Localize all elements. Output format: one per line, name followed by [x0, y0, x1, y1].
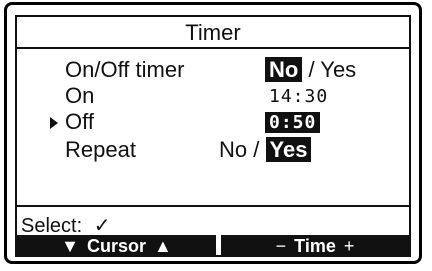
- screen-title: Timer: [17, 17, 409, 49]
- on-time-row[interactable]: On 14:30: [17, 83, 409, 111]
- off-time-highlight[interactable]: 0:50: [265, 112, 321, 133]
- time-softkey-label: Time: [294, 235, 336, 256]
- off-time-row[interactable]: Off 0:50: [17, 109, 409, 137]
- repeat-option[interactable]: No: [219, 137, 247, 162]
- plus-icon: +: [343, 235, 355, 256]
- onoff-timer-option[interactable]: Yes: [320, 57, 356, 82]
- repeat-value[interactable]: No / Yes: [219, 137, 312, 163]
- repeat-selected[interactable]: Yes: [265, 137, 312, 162]
- minus-icon: −: [275, 235, 287, 256]
- on-time-value[interactable]: 14:30: [269, 86, 328, 107]
- onoff-timer-value[interactable]: No / Yes: [265, 57, 356, 83]
- time-softkey[interactable]: − Time +: [221, 235, 409, 257]
- lcd-screen: Timer On/Off timer No / Yes On 14:30 Off…: [15, 15, 411, 257]
- softkey-bar: ▼ Cursor ▲ − Time +: [17, 235, 409, 257]
- repeat-row[interactable]: Repeat No / Yes: [17, 137, 409, 165]
- cursor-softkey-label: Cursor: [86, 235, 146, 256]
- footer-divider: [17, 205, 409, 207]
- on-time-label: On: [65, 83, 95, 108]
- onoff-timer-row[interactable]: On/Off timer No / Yes: [17, 57, 409, 85]
- off-time-value[interactable]: 0:50: [265, 112, 321, 133]
- cursor-pointer-icon: [50, 117, 58, 129]
- cursor-up-icon: ▲: [154, 235, 172, 256]
- select-label: Select:: [21, 215, 83, 237]
- off-time-label: Off: [65, 109, 94, 134]
- onoff-timer-separator: /: [308, 57, 315, 82]
- device-frame: Timer On/Off timer No / Yes On 14:30 Off…: [4, 2, 422, 264]
- cursor-down-icon: ▼: [61, 235, 79, 256]
- repeat-label: Repeat: [65, 137, 136, 162]
- repeat-separator: /: [253, 137, 260, 162]
- cursor-softkey[interactable]: ▼ Cursor ▲: [17, 235, 216, 257]
- onoff-timer-selected[interactable]: No: [265, 57, 303, 82]
- onoff-timer-label: On/Off timer: [65, 57, 185, 82]
